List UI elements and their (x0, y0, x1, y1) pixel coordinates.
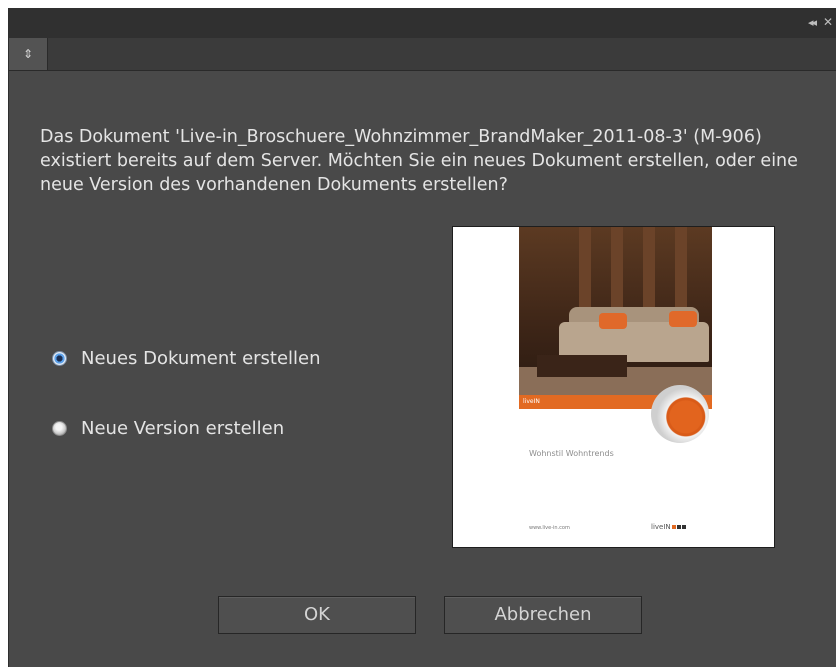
preview-logo: liveIN (651, 523, 686, 531)
coffee-table (537, 355, 627, 377)
logo-dot (681, 525, 686, 529)
close-icon[interactable]: ✕ (823, 15, 833, 29)
title-bar: ◂◂ ✕ (9, 8, 836, 38)
collapse-panel-icon[interactable]: ◂◂ (808, 16, 817, 29)
preview-url: www.live-in.com (529, 525, 570, 531)
preview-photo (519, 227, 712, 395)
pillow (669, 311, 697, 327)
preview-page: liveIN Wohnstil Wohntrends www.live-in.c… (519, 227, 712, 547)
dialog-message: Das Dokument 'Live-in_Broschuere_Wohnzim… (40, 127, 798, 195)
logo-dot (671, 525, 676, 529)
radio-new-version-label: Neue Version erstellen (81, 417, 285, 439)
radio-unselected-icon[interactable] (52, 420, 67, 436)
panel-menu-toggle-icon[interactable]: ⇕ (9, 38, 48, 70)
panel-menu-bar: ⇕ (9, 38, 836, 71)
egg-chair-image (651, 385, 709, 443)
radio-new-document-label: Neues Dokument erstellen (81, 347, 321, 369)
radio-new-document[interactable]: Neues Dokument erstellen (52, 345, 321, 371)
preview-logo-text: liveIN (651, 523, 671, 531)
radio-new-version[interactable]: Neue Version erstellen (52, 415, 284, 441)
document-preview: liveIN Wohnstil Wohntrends www.live-in.c… (452, 226, 775, 548)
pillow (599, 313, 627, 329)
preview-tagline: Wohnstil Wohntrends (529, 449, 614, 458)
radio-selected-icon[interactable] (52, 350, 67, 366)
logo-dot (676, 525, 681, 529)
ok-button[interactable]: OK (218, 596, 416, 634)
cancel-button[interactable]: Abbrechen (444, 596, 642, 634)
